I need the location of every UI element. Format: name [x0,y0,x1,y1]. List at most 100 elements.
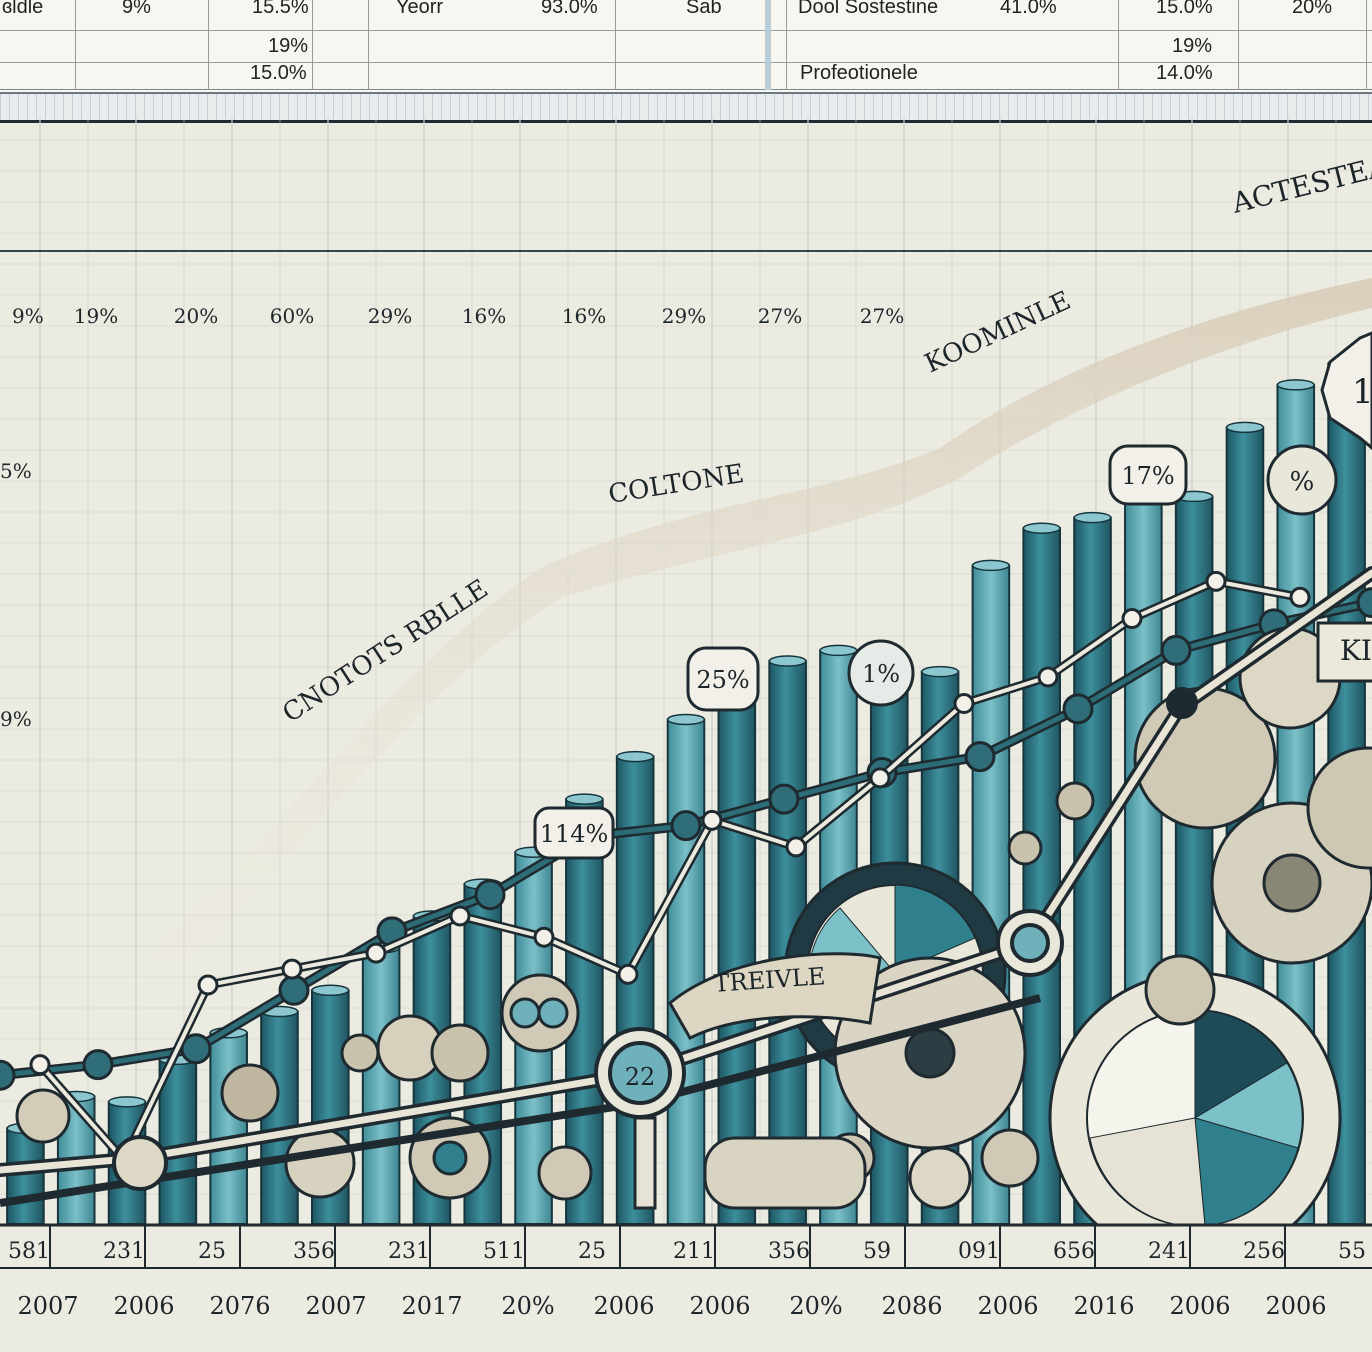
line-point [1205,570,1227,592]
left-percent-label: 9% [0,707,32,731]
axis-number-label: 25 [198,1239,226,1264]
sheet-cell: 19% [268,35,309,57]
sheet-cell: Dool Sostestine [798,0,939,18]
callout-text: 114% [540,820,609,848]
line-point [617,963,639,985]
axis-year-label: 2006 [593,1292,654,1320]
bar-cap [666,713,706,726]
bar-cap [819,644,858,657]
sheet-cell: Yeorr [396,0,444,18]
bar-cap [565,793,604,805]
bar-cap [311,984,350,997]
line-point [197,974,219,996]
sheet-cell: 20% [1292,0,1333,18]
gear [537,1145,593,1201]
line-point [278,974,310,1006]
bar-cap [107,1096,147,1108]
axis-year-label: 2006 [1169,1292,1230,1320]
bar-cap [616,750,655,763]
line-point [29,1054,51,1076]
axis-year-label: 2017 [401,1292,462,1320]
gear [980,1128,1040,1188]
callout-text: 1% [862,660,900,688]
top-percent-label: 16% [562,304,606,328]
bar-cap [1022,522,1061,534]
rail-joint [1166,687,1198,719]
bar-cap [1073,511,1112,524]
machine-post [633,1116,657,1210]
axis-number-label: 231 [388,1239,430,1264]
line-point [953,693,975,715]
sheet-col-divider [786,0,787,90]
gear-hub [509,997,541,1029]
sheet-row-divider [0,30,1372,31]
line-point [869,767,891,789]
sheet-col-divider [765,0,771,90]
axis-year-label: 2006 [689,1292,750,1320]
sheet-cell: 15.5% [252,0,309,18]
line-point [670,810,702,842]
axis-number-label: 656 [1053,1239,1095,1264]
bar [666,718,706,1225]
gear [15,1088,71,1144]
gear-hub [904,1027,956,1079]
bar-cap [1225,421,1265,434]
top-percent-label: 29% [662,304,706,328]
bar-cap [768,655,807,667]
axis-year-label: 2006 [977,1292,1038,1320]
axis-year-label: 2007 [17,1292,78,1320]
line-point [964,741,996,773]
curve-annotation: COLTONE [606,459,746,510]
top-percent-label: 20% [174,304,218,328]
bar-cap [1276,379,1315,391]
sheet-col-divider [368,0,369,90]
sheet-col-divider [615,0,616,90]
line-point [449,905,471,927]
axis-number-label: 256 [1243,1239,1285,1264]
axis-year-label: 2016 [1073,1292,1134,1320]
bar-cap [921,665,960,678]
sheet-cell: 15.0% [250,62,307,84]
line-point [1289,586,1311,608]
axis-year-label: 20% [789,1292,842,1320]
line-point [1062,693,1094,725]
sheet-cell: 9% [122,0,151,18]
axis-number-label: 25 [578,1239,606,1264]
curve-annotation: KOOMINLE [920,286,1075,380]
rail-joint [1010,923,1050,963]
axis-year-label: 2006 [1265,1292,1326,1320]
line-point [785,836,807,858]
axis-number-label: 231 [103,1239,145,1264]
axis-number-label: 511 [483,1239,525,1264]
callout-text: % [1290,467,1315,497]
chart-canvas: 9% 19% 20% 60% 29% 16% 16% 29% 27% 27% 5… [0,118,1372,1320]
gear-hub [432,1140,468,1176]
line-point [768,783,800,815]
top-percent-label: 27% [860,304,904,328]
top-percent-label: 9% [12,304,44,328]
callout-text: 17% [1121,462,1174,490]
rail-joint [112,1135,168,1191]
axis-year-label: 2007 [305,1292,366,1320]
machine-body [703,1136,867,1210]
sheet-cell: 19% [1172,35,1213,57]
gear [430,1023,490,1083]
axis-number-label: 091 [958,1239,1000,1264]
sheet-cell: 41.0% [1000,0,1057,18]
axis-number-label: 356 [293,1239,335,1264]
gear [908,1146,972,1210]
line-point [281,958,303,980]
sheet-col-divider [1366,0,1367,90]
callout-text: 1 [1352,372,1372,412]
line-point [0,1059,16,1091]
line-point [365,942,387,964]
sheet-col-divider [1238,0,1239,90]
axis-year-label: 2006 [113,1292,174,1320]
line-point [1356,587,1372,619]
line-point [1160,634,1192,666]
sheet-cell: ɞldle [2,0,44,18]
sheet-cell: Sab [686,0,722,18]
axis-number-label: 55 [1338,1239,1366,1264]
gear [284,1127,356,1199]
sheet-col-divider [75,0,76,90]
